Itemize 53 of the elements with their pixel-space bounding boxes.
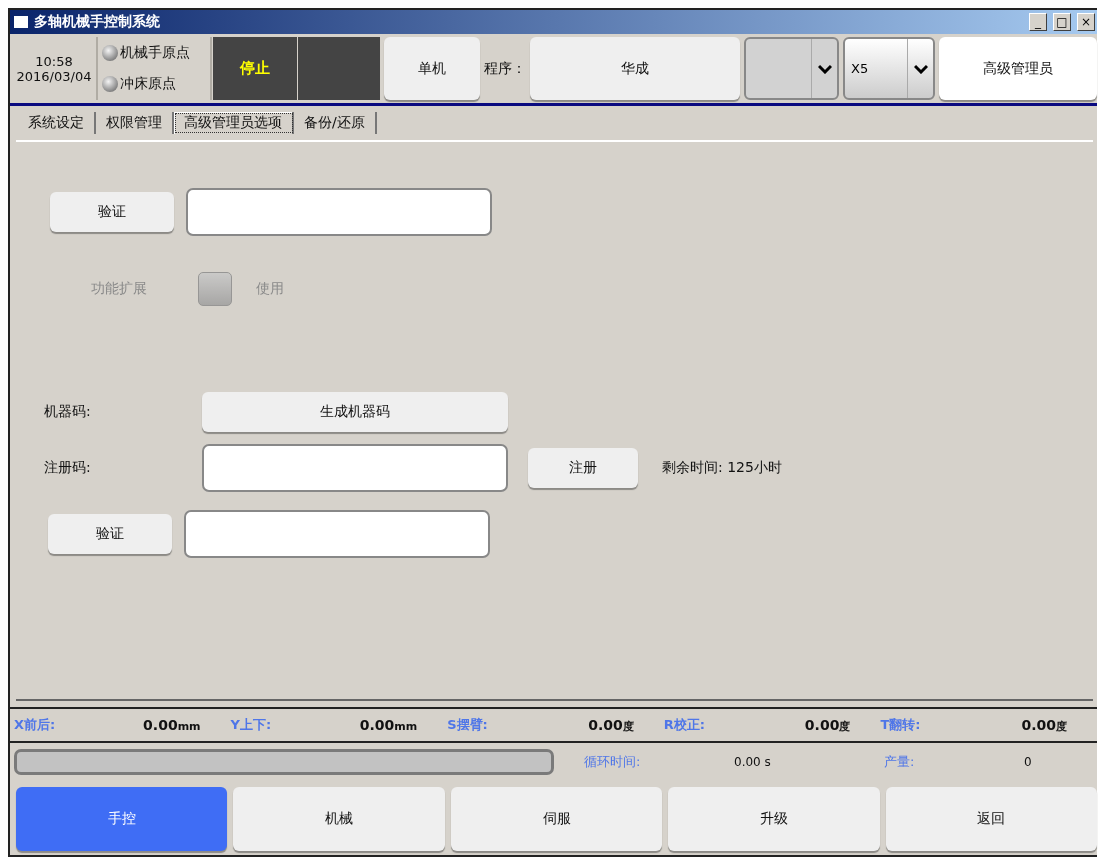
window-control-button[interactable]: ×	[1077, 13, 1095, 31]
indicator-label: 冲床原点	[120, 75, 176, 94]
generate-button[interactable]: 生成机器码	[202, 392, 508, 432]
window-icon	[14, 16, 28, 28]
axis-label: Y上下:	[230, 716, 272, 734]
axis-label: T翻转:	[880, 716, 921, 734]
feature-label: 功能扩展	[90, 280, 148, 298]
dropdown[interactable]: X5	[843, 37, 935, 100]
register-code-label: 注册码:	[44, 459, 92, 477]
axis-value: 0.00mm	[359, 717, 418, 733]
verify-button[interactable]: 验证	[50, 192, 174, 232]
user-button[interactable]: 高级管理员	[939, 37, 1097, 100]
axis-value: 0.00度	[804, 716, 851, 734]
nav-button[interactable]: 返回	[885, 787, 1098, 851]
nav-button[interactable]: 升级	[668, 787, 880, 851]
axis-label: X前后:	[14, 716, 56, 734]
cycle-time-value: 0.00 s	[734, 755, 772, 769]
register-code-field[interactable]	[202, 444, 508, 492]
clock-date: 2016/03/04	[16, 68, 92, 84]
register-button[interactable]: 注册	[528, 448, 638, 488]
axis-value: 0.00度	[1021, 716, 1067, 734]
chevron-down-icon	[817, 63, 832, 74]
machine-code-label: 机器码:	[44, 403, 92, 421]
cycle-time-label: 循环时间:	[584, 753, 642, 771]
axis-label: R校正:	[663, 716, 705, 734]
tab[interactable]: 高级管理员选项	[174, 112, 294, 134]
window-title: 多轴机械手控制系统	[34, 13, 161, 31]
dropdown[interactable]	[744, 37, 839, 100]
axis-value: 0.00度	[588, 716, 634, 734]
checkbox-label: 使用	[256, 280, 285, 298]
window-control-button[interactable]: □	[1053, 13, 1071, 31]
nav-button[interactable]: 机械	[233, 787, 445, 851]
axis-label: S摆臂:	[447, 716, 488, 734]
verify-input-field[interactable]	[184, 510, 490, 558]
tab[interactable]: 系统设定	[18, 112, 96, 134]
nav-button[interactable]: 手控	[16, 787, 228, 851]
nav-button[interactable]: 伺服	[450, 787, 663, 851]
verify-button[interactable]: 验证	[48, 514, 172, 554]
chevron-down-icon	[913, 63, 928, 74]
verify-input-field[interactable]	[186, 188, 492, 236]
program-button[interactable]: 华成	[530, 37, 740, 100]
status-panel: 停止	[213, 37, 297, 100]
mode-button[interactable]: 单机	[384, 37, 480, 100]
tab[interactable]: 权限管理	[96, 112, 174, 134]
tab[interactable]: 备份/还原	[294, 112, 377, 134]
output-label: 产量:	[884, 753, 916, 771]
remaining-time: 剩余时间: 125小时	[662, 459, 783, 477]
clock-time: 10:58	[35, 53, 73, 69]
program-label: 程序：	[484, 59, 526, 78]
window-control-button[interactable]: _	[1029, 13, 1047, 31]
indicator-label: 机械手原点	[120, 43, 190, 62]
output-value: 0	[1024, 755, 1032, 769]
axis-value: 0.00mm	[143, 717, 201, 733]
